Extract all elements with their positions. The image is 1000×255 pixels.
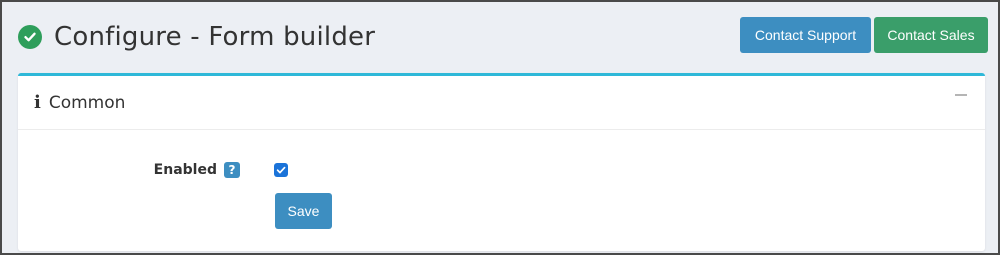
enabled-checkbox[interactable] [274,163,288,177]
page-header: Configure - Form builder Contact Support… [2,2,998,72]
enabled-label-wrap: Enabled ? [154,162,240,178]
page-title: Configure - Form builder [54,22,376,52]
common-panel: i Common Enabled ? Save [18,73,985,251]
contact-support-button[interactable]: Contact Support [740,17,871,53]
save-button[interactable]: Save [275,193,332,229]
enabled-label: Enabled [153,162,217,178]
enabled-row: Enabled ? [18,162,985,182]
collapse-button[interactable] [955,90,969,104]
check-circle-icon [18,25,42,49]
title-wrap: Configure - Form builder [18,22,375,52]
panel-header[interactable]: i Common [18,76,985,130]
panel-title: Common [48,92,126,113]
question-icon[interactable]: ? [224,162,240,178]
contact-sales-button[interactable]: Contact Sales [874,17,988,53]
info-icon: i [34,92,41,113]
